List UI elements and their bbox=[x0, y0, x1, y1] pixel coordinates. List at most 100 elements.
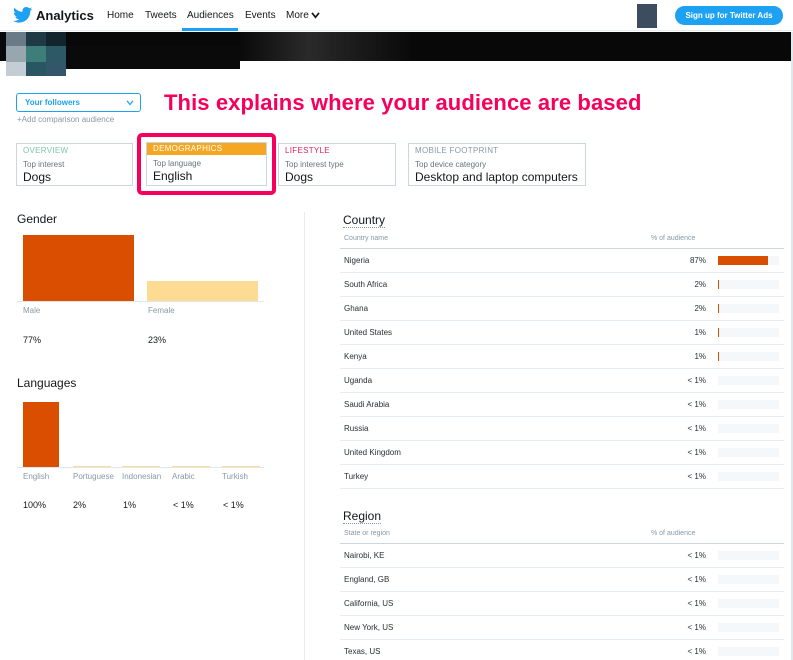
table-row-name: New York, US bbox=[344, 623, 394, 632]
table-row-divider bbox=[340, 344, 784, 345]
language-pct-turkish: < 1% bbox=[223, 500, 244, 510]
table-row-pct: < 1% bbox=[687, 472, 706, 481]
languages-title: Languages bbox=[17, 376, 77, 390]
table-row-name: United Kingdom bbox=[344, 448, 401, 457]
pixel-block bbox=[46, 46, 66, 62]
table-row-name: Uganda bbox=[344, 376, 373, 385]
tab-header: MOBILE FOOTPRINT bbox=[415, 146, 499, 155]
tab-value: Dogs bbox=[23, 170, 52, 184]
table-row-divider bbox=[340, 416, 784, 417]
audience-select[interactable]: Your followers bbox=[16, 93, 141, 112]
table-row-name: Nairobi, KE bbox=[344, 551, 385, 560]
table-row-bar-track bbox=[718, 575, 779, 584]
table-row-pct: 2% bbox=[694, 304, 706, 313]
table-row-pct: 2% bbox=[694, 280, 706, 289]
table-row-divider bbox=[340, 272, 784, 273]
language-pct-portuguese: 2% bbox=[73, 500, 87, 510]
table-row-name: Kenya bbox=[344, 352, 367, 361]
signup-twitter-ads-button[interactable]: Sign up for Twitter Ads bbox=[675, 6, 783, 25]
add-comparison-link[interactable]: +Add comparison audience bbox=[17, 115, 114, 124]
pixel-block bbox=[26, 32, 46, 46]
table-row-pct: 87% bbox=[689, 256, 706, 265]
pixel-block bbox=[26, 62, 46, 76]
table-row-name: Saudi Arabia bbox=[344, 400, 390, 409]
table-row-pct: < 1% bbox=[687, 575, 706, 584]
table-row-bar-track bbox=[718, 352, 779, 361]
language-label-english: English bbox=[23, 472, 50, 481]
table-row-divider bbox=[340, 488, 784, 489]
gender-pct-female: 23% bbox=[148, 335, 167, 345]
annotation-callout: This explains where your audience are ba… bbox=[164, 90, 642, 115]
region-title: Region bbox=[343, 509, 382, 524]
table-row-pct: < 1% bbox=[687, 376, 706, 385]
chevron-down-icon bbox=[311, 12, 320, 19]
table-row-pct: < 1% bbox=[687, 647, 706, 656]
table-row-divider bbox=[340, 615, 784, 616]
tab-value: Desktop and laptop computers bbox=[415, 170, 578, 184]
avatar[interactable] bbox=[637, 4, 657, 28]
region-header-line bbox=[340, 543, 784, 544]
table-row-bar-track bbox=[718, 551, 779, 560]
table-row-name: Ghana bbox=[344, 304, 369, 313]
analytics-logo[interactable]: Analytics bbox=[13, 7, 94, 23]
annotation-highlight-box bbox=[137, 133, 276, 195]
language-label-indonesian: Indonesian bbox=[122, 472, 162, 481]
table-row-name: California, US bbox=[344, 599, 394, 608]
table-row-pct: 1% bbox=[694, 352, 706, 361]
gender-baseline bbox=[17, 301, 264, 302]
table-row-name: England, GB bbox=[344, 575, 390, 584]
nav-more[interactable]: More bbox=[286, 10, 320, 21]
table-row-pct: < 1% bbox=[687, 424, 706, 433]
tab-value: Dogs bbox=[285, 170, 314, 184]
twitter-bird-icon bbox=[13, 7, 33, 23]
language-bar bbox=[23, 402, 59, 467]
table-row-divider bbox=[340, 320, 784, 321]
table-row-bar-track bbox=[718, 304, 779, 313]
gender-bar bbox=[147, 281, 258, 301]
country-col-pct: % of audience bbox=[651, 235, 696, 242]
chevron-down-icon bbox=[126, 100, 134, 106]
table-row-bar-track bbox=[718, 599, 779, 608]
table-row-bar-fill bbox=[718, 280, 719, 289]
table-row-bar-track bbox=[718, 376, 779, 385]
language-pct-english: 100% bbox=[23, 500, 47, 510]
tab-subtitle: Top interest type bbox=[285, 160, 344, 169]
language-label-portuguese: Portuguese bbox=[73, 472, 114, 481]
table-row-pct: < 1% bbox=[687, 448, 706, 457]
pixel-block bbox=[6, 32, 26, 46]
table-row-divider bbox=[340, 591, 784, 592]
table-row-divider bbox=[340, 440, 784, 441]
pixel-block bbox=[26, 46, 46, 62]
gender-title: Gender bbox=[17, 212, 58, 226]
pixel-block bbox=[6, 62, 26, 76]
table-row-name: United States bbox=[344, 328, 393, 337]
table-row-divider bbox=[340, 639, 784, 640]
region-col-name: State or region bbox=[344, 530, 390, 537]
nav-audiences[interactable]: Audiences bbox=[187, 10, 234, 21]
gender-label-male: Male bbox=[23, 306, 41, 315]
active-tab-indicator bbox=[182, 28, 238, 31]
nav-more-label: More bbox=[286, 10, 309, 21]
tab-header: OVERVIEW bbox=[23, 146, 69, 155]
gender-label-female: Female bbox=[148, 306, 175, 315]
column-divider bbox=[304, 212, 305, 660]
table-row-bar-track bbox=[718, 400, 779, 409]
languages-baseline bbox=[17, 467, 264, 468]
nav-tweets[interactable]: Tweets bbox=[145, 10, 177, 21]
table-row-bar-track bbox=[718, 472, 779, 481]
pixel-block bbox=[66, 46, 240, 69]
tab-overview[interactable]: OVERVIEW Top interest Dogs bbox=[16, 143, 133, 186]
table-row-divider bbox=[340, 392, 784, 393]
table-row-bar-fill bbox=[718, 304, 719, 313]
table-row-bar-track bbox=[718, 647, 779, 656]
table-row-name: Russia bbox=[344, 424, 369, 433]
nav-events[interactable]: Events bbox=[245, 10, 276, 21]
nav-home[interactable]: Home bbox=[107, 10, 134, 21]
table-row-bar-fill bbox=[718, 256, 768, 265]
table-row-divider bbox=[340, 464, 784, 465]
tab-lifestyle[interactable]: LIFESTYLE Top interest type Dogs bbox=[278, 143, 396, 186]
brand-title: Analytics bbox=[36, 7, 94, 23]
tab-mobile-footprint[interactable]: MOBILE FOOTPRINT Top device category Des… bbox=[408, 143, 586, 186]
country-col-name: Country name bbox=[344, 235, 388, 242]
language-pct-indonesian: 1% bbox=[123, 500, 137, 510]
